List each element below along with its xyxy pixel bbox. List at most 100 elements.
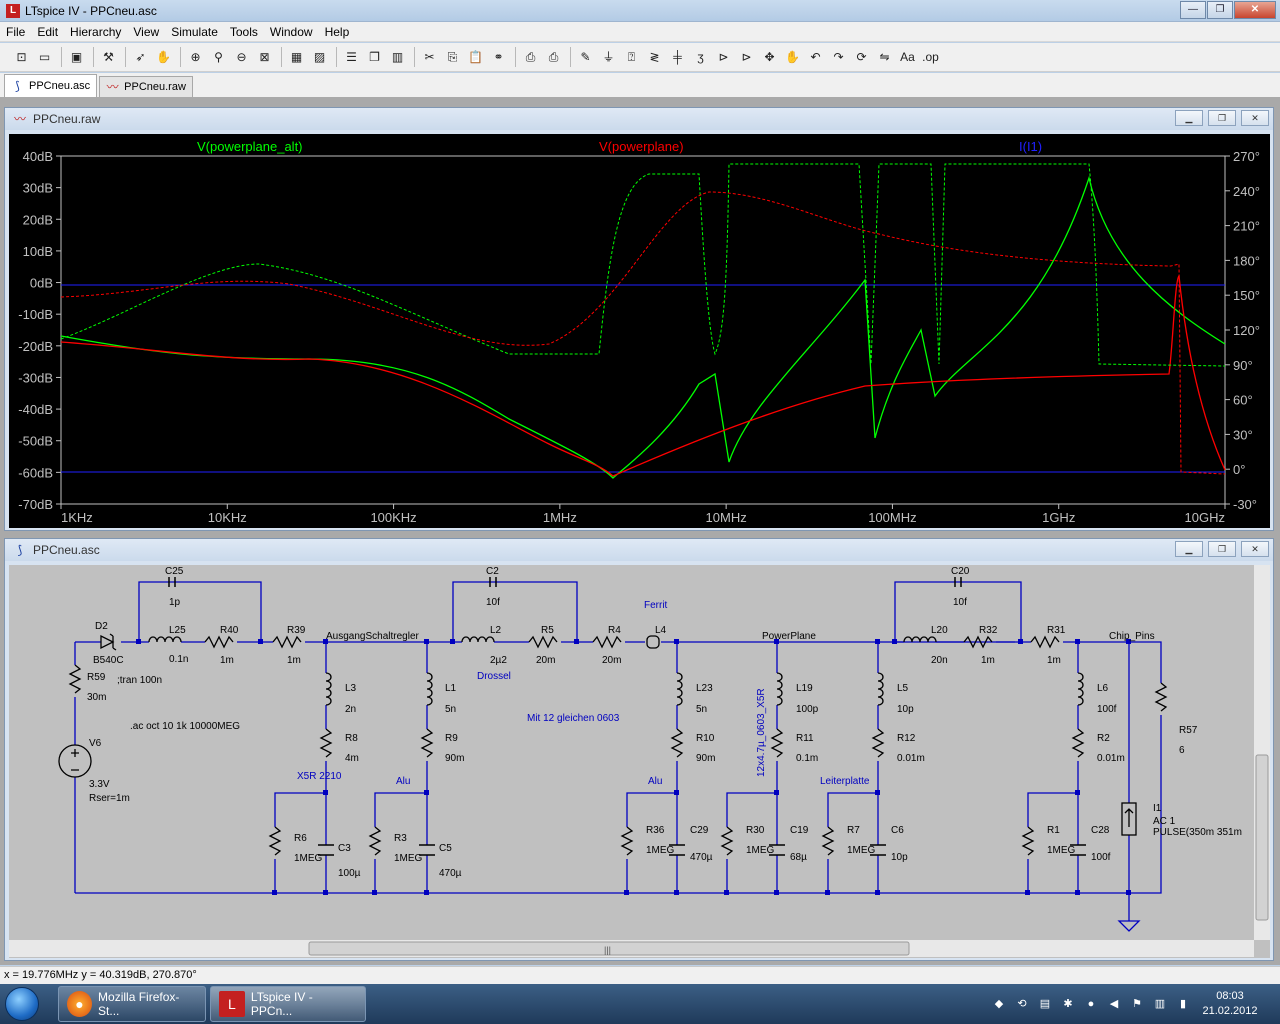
tray-security-icon[interactable]: ● xyxy=(1083,996,1099,1012)
start-button[interactable] xyxy=(0,984,44,1024)
menu-edit[interactable]: Edit xyxy=(31,25,64,39)
undo-icon[interactable]: ↶ xyxy=(806,48,825,67)
ground-icon[interactable]: ⏚ xyxy=(599,48,618,67)
label-i1-pulse: PULSE(350m 351m xyxy=(1153,827,1242,838)
label-l5: L5 xyxy=(897,683,909,694)
tile-vertical-icon[interactable]: ▥ xyxy=(388,48,407,67)
paste-icon[interactable]: 📋 xyxy=(466,48,485,67)
label-net-icon[interactable]: ⍰ xyxy=(622,48,641,67)
y-right-tick-label: 90° xyxy=(1233,358,1253,373)
redo-icon[interactable]: ↷ xyxy=(829,48,848,67)
taskbar-label: LTspice IV - PPCn... xyxy=(250,990,313,1018)
label-c29: C29 xyxy=(690,825,709,836)
schematic-window-titlebar: ⟆ PPCneu.asc ▁ ❐ ✕ xyxy=(5,539,1273,561)
plot-area[interactable]: 40dB 30dB 20dB 10dB 0dB -10dB -20dB -30dB -40dB -… xyxy=(9,134,1270,528)
open-file-icon[interactable]: ▭ xyxy=(35,48,54,67)
menu-simulate[interactable]: Simulate xyxy=(165,25,224,39)
taskbar-ltspice[interactable]: L LTspice IV - PPCn... xyxy=(210,986,366,1022)
autorange-icon[interactable]: ▦ xyxy=(287,48,306,67)
title-bar: L LTspice IV - PPCneu.asc — ❐ ✕ xyxy=(0,0,1280,22)
horizontal-scrollbar[interactable]: ||| xyxy=(9,940,1254,957)
tray-sync-icon[interactable]: ⟲ xyxy=(1014,996,1030,1012)
tab-schematic[interactable]: ⟆ PPCneu.asc xyxy=(4,74,98,97)
menu-tools[interactable]: Tools xyxy=(224,25,264,39)
y-left-tick-label: -60dB xyxy=(18,465,53,480)
rotate-icon[interactable]: ⟳ xyxy=(852,48,871,67)
run-icon[interactable]: ➶ xyxy=(131,48,150,67)
copy-icon[interactable]: ⎘ xyxy=(443,48,462,67)
waveform-minimize-button[interactable]: ▁ xyxy=(1175,110,1203,126)
label-r40-value: 1m xyxy=(220,655,234,666)
tray-app-icon[interactable]: ◆ xyxy=(991,996,1007,1012)
label-c5-value: 470µ xyxy=(439,868,462,879)
zoom-out-icon[interactable]: ⊖ xyxy=(232,48,251,67)
vertical-scrollbar[interactable] xyxy=(1254,565,1270,940)
clock[interactable]: 08:03 21.02.2012 xyxy=(1198,989,1262,1019)
label-r32: R32 xyxy=(979,625,998,636)
menu-window[interactable]: Window xyxy=(264,25,319,39)
capacitor-icon[interactable]: ╪ xyxy=(668,48,687,67)
schematic-minimize-button[interactable]: ▁ xyxy=(1175,541,1203,557)
print-setup-icon[interactable]: ⎙ xyxy=(521,48,540,67)
menu-file[interactable]: File xyxy=(0,25,31,39)
y-left-tick-label: -50dB xyxy=(18,434,53,449)
y-right-tick-label: 60° xyxy=(1233,393,1253,408)
y-right-tick-label: 150° xyxy=(1233,288,1260,303)
mirror-icon[interactable]: ⇋ xyxy=(875,48,894,67)
cut-icon[interactable]: ✂ xyxy=(420,48,439,67)
control-panel-icon[interactable]: ⚒ xyxy=(99,48,118,67)
menu-view[interactable]: View xyxy=(127,25,165,39)
label-c28-value: 100f xyxy=(1091,852,1111,863)
resistor-icon[interactable]: ≷ xyxy=(645,48,664,67)
label-r12-value: 0.01m xyxy=(897,753,925,764)
save-icon[interactable]: ▣ xyxy=(67,48,86,67)
tray-tool-icon[interactable]: ✱ xyxy=(1060,996,1076,1012)
taskbar-firefox[interactable]: ● Mozilla Firefox-St... xyxy=(58,986,206,1022)
schematic-canvas[interactable]: D2 B540C R59 30m V6 3.3V Rser=1m ;tran 1… xyxy=(9,565,1270,958)
action-center-icon[interactable]: ⚑ xyxy=(1129,996,1145,1012)
toolbar-separator xyxy=(281,47,282,67)
menu-hierarchy[interactable]: Hierarchy xyxy=(64,25,127,39)
print-icon[interactable]: ⎙ xyxy=(544,48,563,67)
power-icon[interactable]: ▮ xyxy=(1175,996,1191,1012)
volume-icon[interactable]: ◀ xyxy=(1106,996,1122,1012)
spice-directive-icon[interactable]: .op xyxy=(921,48,940,67)
zoom-in-icon[interactable]: ⊕ xyxy=(186,48,205,67)
move-icon[interactable]: ✥ xyxy=(760,48,779,67)
open-schematic-icon[interactable]: ⊡ xyxy=(12,48,31,67)
close-button[interactable]: ✕ xyxy=(1234,1,1276,19)
component-icon[interactable]: ⊳ xyxy=(737,48,756,67)
schematic-close-button[interactable]: ✕ xyxy=(1241,541,1269,557)
cascade-icon[interactable]: ❐ xyxy=(365,48,384,67)
tab-waveform[interactable]: 〰 PPCneu.raw xyxy=(99,76,193,97)
drag-icon[interactable]: ✋ xyxy=(783,48,802,67)
toolbar-separator xyxy=(570,47,571,67)
label-l2: L2 xyxy=(490,625,502,636)
tray-display-icon[interactable]: ▤ xyxy=(1037,996,1053,1012)
label-c19: C19 xyxy=(790,825,809,836)
zoom-fit-icon[interactable]: ⊠ xyxy=(255,48,274,67)
inductor-icon[interactable]: ʒ xyxy=(691,48,710,67)
schematic-restore-button[interactable]: ❐ xyxy=(1208,541,1236,557)
comment-alu-1: Alu xyxy=(396,776,410,787)
minimize-button[interactable]: — xyxy=(1180,1,1206,19)
diode-icon[interactable]: ⊳ xyxy=(714,48,733,67)
text-icon[interactable]: Aa xyxy=(898,48,917,67)
menu-help[interactable]: Help xyxy=(319,25,356,39)
y-right-tick-label: -30° xyxy=(1233,497,1257,512)
taskbar: ● Mozilla Firefox-St... L LTspice IV - P… xyxy=(0,984,1280,1024)
tile-horizontal-icon[interactable]: ☰ xyxy=(342,48,361,67)
zoom-pan-icon[interactable]: ⚲ xyxy=(209,48,228,67)
delete-trace-icon[interactable]: ▨ xyxy=(310,48,329,67)
y-left-tick-label: -70dB xyxy=(18,497,53,512)
maximize-button[interactable]: ❐ xyxy=(1207,1,1233,19)
ground-symbol[interactable] xyxy=(1117,920,1141,932)
label-r10-value: 90m xyxy=(696,753,715,764)
find-icon[interactable]: ⚭ xyxy=(489,48,508,67)
halt-icon[interactable]: ✋ xyxy=(154,48,173,67)
waveform-close-button[interactable]: ✕ xyxy=(1241,110,1269,126)
label-l20-value: 20n xyxy=(931,655,948,666)
network-icon[interactable]: ▥ xyxy=(1152,996,1168,1012)
waveform-restore-button[interactable]: ❐ xyxy=(1208,110,1236,126)
wire-icon[interactable]: ✎ xyxy=(576,48,595,67)
